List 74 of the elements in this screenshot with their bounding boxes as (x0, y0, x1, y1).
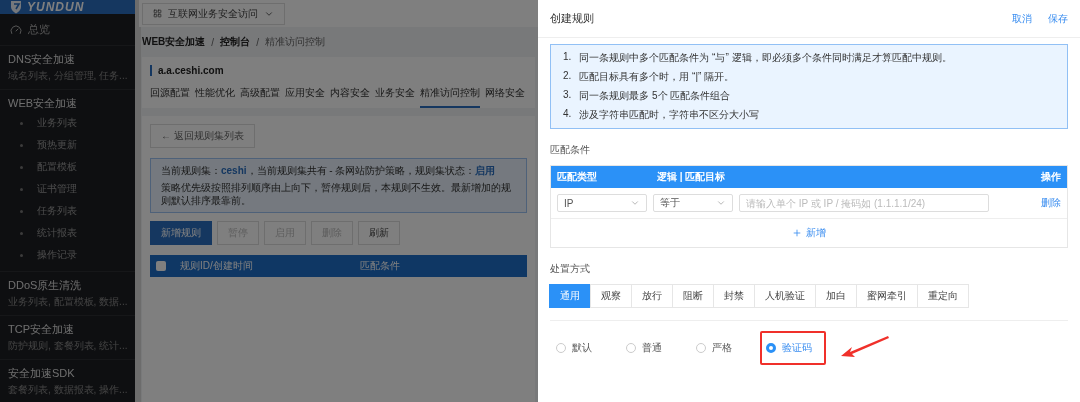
tip-text: 同一条规则中多个匹配条件为 “与” 逻辑，即必须多个条件同时满足才算匹配中规则。 (579, 51, 952, 65)
config-tab[interactable]: 网络安全 (485, 86, 525, 108)
back-button[interactable]: ← 返回规则集列表 (150, 124, 255, 148)
bullet-icon (20, 165, 23, 169)
operator-select[interactable]: 等于 (653, 194, 733, 212)
sidebar-item[interactable]: 总览 (0, 14, 135, 46)
product-dropdown[interactable]: 互联网业务安全访问 (142, 2, 285, 25)
grid-icon (153, 9, 162, 18)
config-tab[interactable]: 内容安全 (330, 86, 370, 108)
bullet-icon (20, 187, 23, 191)
column-header: 逻辑 | 匹配目标 (657, 170, 727, 184)
breadcrumb-item: 精准访问控制 (264, 35, 325, 49)
rule-action-button[interactable]: 新增规则 (150, 221, 212, 245)
section-title: 匹配条件 (550, 143, 591, 157)
tip-text: 匹配目标具有多个时，用 “|” 隔开。 (579, 70, 735, 84)
config-tab[interactable]: 高级配置 (240, 86, 280, 108)
tip-number: 3. (563, 89, 572, 102)
column-header: 规则ID/创建时间 (180, 259, 254, 273)
config-tab[interactable]: 应用安全 (285, 86, 325, 108)
tip-number: 4. (563, 108, 572, 121)
action-tab[interactable]: 阻断 (672, 284, 714, 308)
bullet-icon (20, 231, 23, 235)
tip-text: 涉及字符串匹配时，字符串不区分大小写 (579, 108, 760, 122)
select-all-checkbox[interactable] (156, 261, 166, 271)
notice-text: 策略优先级按照排列顺序由上向下，暂停规则后，本规则不生效。最新增加的规则默认排序最靠前。 (161, 181, 512, 207)
action-tab[interactable]: 观察 (590, 284, 632, 308)
drawer-title: 创建规则 (550, 11, 594, 26)
sidebar-group-title[interactable]: WEB安全加速 (8, 96, 129, 111)
drawer-action-link[interactable]: 取消 (1012, 11, 1032, 26)
rule-action-button[interactable]: 刷新 (358, 221, 400, 245)
sidebar-group-title[interactable]: DDoS原生清洗 (8, 278, 129, 293)
action-tab[interactable]: 封禁 (713, 284, 755, 308)
breadcrumb-separator: / (211, 36, 215, 48)
bullet-icon (20, 253, 23, 257)
level-radio[interactable]: 普通 (626, 341, 662, 355)
column-header: 匹配类型 (557, 170, 598, 184)
section-title: 处置方式 (550, 262, 591, 276)
sidebar-group-title[interactable]: TCP安全加速 (8, 322, 129, 337)
bullet-icon (20, 121, 23, 125)
drawer-action-link[interactable]: 保存 (1048, 11, 1068, 26)
tip-number: 1. (563, 51, 572, 64)
tip-number: 2. (563, 70, 572, 83)
column-header: 匹配条件 (360, 259, 401, 273)
breadcrumb-item[interactable]: 控制台 (220, 35, 251, 49)
tip-text: 同一条规则最多 5个 匹配条件组合 (579, 89, 731, 103)
domain-title: a.a.ceshi.com (150, 65, 527, 76)
bullet-icon (20, 143, 23, 147)
action-tab[interactable]: 人机验证 (754, 284, 816, 308)
match-type-select[interactable]: IP (557, 194, 647, 212)
config-tab[interactable]: 回源配置 (150, 86, 190, 108)
level-radio[interactable]: 验证码 (766, 341, 812, 355)
notice-text: 当前规则集：ceshi，当前规则集共有 - 条网站防护策略，规则集状态：启用 (161, 164, 497, 177)
action-tab[interactable]: 重定向 (917, 284, 969, 308)
config-tab[interactable]: 精准访问控制 (420, 86, 480, 108)
level-radio[interactable]: 默认 (556, 341, 592, 355)
action-tab[interactable]: 蜜网牵引 (856, 284, 918, 308)
dashboard-icon (10, 23, 22, 36)
config-tab[interactable]: 性能优化 (195, 86, 235, 108)
level-radio[interactable]: 严格 (696, 341, 732, 355)
action-tab[interactable]: 加白 (815, 284, 857, 308)
breadcrumb-separator: / (256, 36, 259, 48)
logo-text: YUNDUN (27, 0, 85, 14)
delete-link[interactable]: 删除 (1041, 196, 1061, 210)
sidebar-group-title[interactable]: 安全加速SDK (8, 366, 129, 381)
config-tab[interactable]: 业务安全 (375, 86, 415, 108)
sidebar-group-title[interactable]: DNS安全加速 (8, 52, 129, 67)
chevron-icon (630, 198, 640, 208)
bullet-icon (20, 209, 23, 213)
chevron-icon (716, 198, 726, 208)
column-header: 操作 (1041, 170, 1061, 184)
breadcrumb-item[interactable]: WEB安全加速 (142, 35, 206, 49)
plus-icon (792, 228, 802, 238)
action-tab[interactable]: 通用 (549, 284, 591, 308)
action-tab[interactable]: 放行 (631, 284, 673, 308)
